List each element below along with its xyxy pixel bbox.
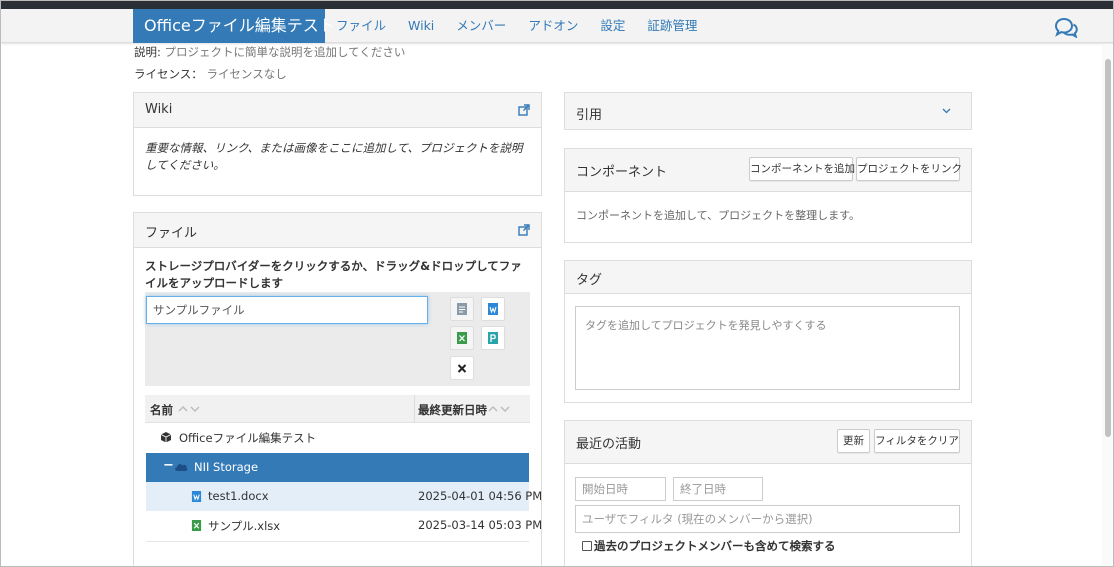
components-empty-text: コンポーネントを追加して、プロジェクトを整理します。 <box>576 209 861 222</box>
new-word-file-button[interactable] <box>481 297 505 321</box>
nav-settings[interactable]: 設定 <box>589 9 636 43</box>
project-title-link[interactable]: Officeファイル編集テスト <box>133 9 335 43</box>
nav-files[interactable]: ファイル <box>325 9 397 43</box>
tags-panel-header: タグ <box>565 261 971 294</box>
chevron-down-icon[interactable] <box>942 108 951 114</box>
license-value[interactable]: ライセンスなし <box>206 67 286 81</box>
file-row-modified: 2025-03-14 05:03 PM <box>418 518 543 532</box>
nav-members[interactable]: メンバー <box>445 9 517 43</box>
wiki-panel-header: Wiki <box>134 93 541 128</box>
close-icon <box>457 364 467 373</box>
sort-arrows-icon[interactable] <box>178 405 202 413</box>
column-name-header[interactable]: 名前 <box>150 402 173 418</box>
external-link-icon[interactable] <box>518 224 530 236</box>
citation-panel-header[interactable]: 引用 <box>565 93 971 129</box>
top-strip <box>1 1 1113 9</box>
end-date-input[interactable]: 終了日時 <box>673 477 763 501</box>
upload-instructions: ストレージプロバイダーをクリックするか、ドラッグ&ドロップしてファイルをアップロ… <box>145 259 522 290</box>
nav-addons[interactable]: アドオン <box>517 9 589 43</box>
description-label: 説明: <box>134 45 161 59</box>
text-file-icon <box>457 303 467 315</box>
cloud-icon <box>175 464 188 471</box>
excel-icon <box>191 520 202 531</box>
wiki-panel-title: Wiki <box>145 102 173 117</box>
project-license: ライセンス： ライセンスなし <box>134 66 287 82</box>
tags-panel-title: タグ <box>576 273 603 288</box>
nav-audit[interactable]: 証跡管理 <box>636 9 708 43</box>
sort-arrows-icon[interactable] <box>488 405 512 413</box>
citation-panel: 引用 <box>564 92 972 130</box>
column-divider <box>414 395 415 423</box>
file-grid-header: 名前 最終更新日時 <box>145 395 530 423</box>
nav-menu: ファイル Wiki メンバー アドオン 設定 証跡管理 <box>325 9 708 43</box>
file-row-storage[interactable]: − NII Storage <box>146 453 529 482</box>
navbar: Officeファイル編集テスト ファイル Wiki メンバー アドオン 設定 証… <box>1 9 1113 43</box>
collapse-toggle[interactable]: − <box>163 458 174 473</box>
include-past-members-checkbox[interactable] <box>582 541 592 551</box>
column-modified-header[interactable]: 最終更新日時 <box>418 402 487 418</box>
link-project-button[interactable]: プロジェクトをリンク <box>856 157 962 181</box>
wiki-panel: Wiki 重要な情報、リンク、または画像をここに追加して、プロジェクトを説明して… <box>133 92 542 196</box>
file-row-word[interactable]: test1.docx 2025-04-01 04:56 PM <box>146 482 542 511</box>
components-panel-title: コンポーネント <box>576 165 668 180</box>
file-row-modified: 2025-04-01 04:56 PM <box>418 489 543 503</box>
word-icon <box>191 491 202 502</box>
include-past-members-label: 過去のプロジェクトメンバーも含めて検索する <box>594 539 836 553</box>
file-row-name: Officeファイル編集テスト <box>179 431 317 445</box>
files-panel-title: ファイル <box>145 226 198 241</box>
wiki-content: 重要な情報、リンク、または画像をここに追加して、プロジェクトを説明してください。 <box>145 141 523 172</box>
comments-icon[interactable] <box>1054 18 1078 38</box>
grid-row-divider <box>146 541 529 542</box>
file-row-project[interactable]: Officeファイル編集テスト <box>146 423 529 452</box>
file-search-input[interactable]: サンプルファイル <box>146 296 428 324</box>
file-row-name: test1.docx <box>208 489 269 503</box>
description-value[interactable]: プロジェクトに簡単な説明を追加してください <box>165 45 406 59</box>
tags-input[interactable]: タグを追加してプロジェクトを発見しやすくする <box>575 306 960 390</box>
include-past-members-option[interactable]: 過去のプロジェクトメンバーも含めて検索する <box>582 538 836 554</box>
word-icon <box>488 303 498 315</box>
powerpoint-icon <box>488 332 498 344</box>
refresh-button[interactable]: 更新 <box>837 429 870 453</box>
activity-panel-title: 最近の活動 <box>576 437 642 452</box>
new-text-file-button[interactable] <box>450 297 474 321</box>
page-scrollbar-thumb[interactable] <box>1105 59 1111 437</box>
project-description: 説明: プロジェクトに簡単な説明を追加してください <box>134 44 405 60</box>
citation-panel-title: 引用 <box>576 108 603 123</box>
external-link-icon[interactable] <box>518 104 530 116</box>
clear-filter-button[interactable]: フィルタをクリア <box>874 429 960 453</box>
start-date-input[interactable]: 開始日時 <box>575 477 666 501</box>
file-row-excel[interactable]: サンプル.xlsx 2025-03-14 05:03 PM <box>146 511 542 540</box>
browser-viewport: Officeファイル編集テスト ファイル Wiki メンバー アドオン 設定 証… <box>0 0 1114 567</box>
file-row-name: サンプル.xlsx <box>208 519 281 533</box>
files-panel-header: ファイル <box>134 213 541 248</box>
cube-icon <box>160 432 172 443</box>
file-row-name: NII Storage <box>194 460 259 474</box>
license-label: ライセンス： <box>134 67 203 81</box>
user-filter-input[interactable]: ユーザでフィルタ (現在のメンバーから選択) <box>575 505 960 533</box>
new-powerpoint-file-button[interactable] <box>481 326 505 350</box>
excel-icon <box>457 332 467 344</box>
close-toolbar-button[interactable] <box>450 356 474 380</box>
new-excel-file-button[interactable] <box>450 326 474 350</box>
nav-wiki[interactable]: Wiki <box>397 9 445 43</box>
add-component-button[interactable]: コンポーネントを追加 <box>749 157 855 181</box>
